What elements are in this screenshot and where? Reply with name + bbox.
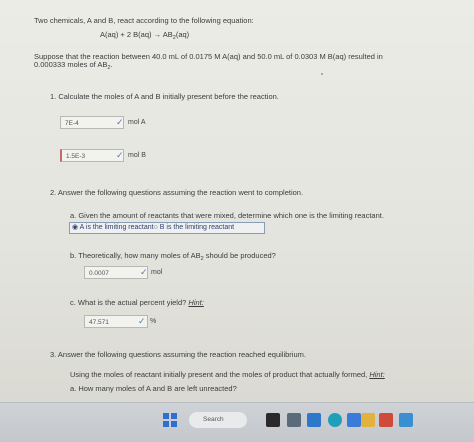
widgets-icon[interactable] xyxy=(287,413,301,427)
question-page: Two chemicals, A and B, react according … xyxy=(0,0,474,402)
question-2a-text: a. Given the amount of reactants that we… xyxy=(70,211,384,220)
question-3-instruction: Using the moles of reactant initially pr… xyxy=(70,370,385,379)
choice-b-label[interactable]: B is the limiting reactant xyxy=(160,224,234,231)
theoretical-moles-unit: mol xyxy=(151,269,163,276)
app-l-icon[interactable] xyxy=(307,413,321,427)
edge-browser-icon[interactable] xyxy=(328,413,342,427)
moles-a-unit: mol A xyxy=(128,119,146,126)
problem-line-2-end: . xyxy=(110,60,113,69)
question-2-text: 2. Answer the following questions assumi… xyxy=(50,188,304,197)
file-explorer-icon[interactable] xyxy=(361,413,375,427)
intro-text: Two chemicals, A and B, react according … xyxy=(34,16,254,25)
product-state: (aq) xyxy=(175,30,190,39)
choice-a-label[interactable]: A is the limiting reactant xyxy=(80,224,154,231)
hint-link[interactable]: Hint: xyxy=(188,298,203,307)
question-3-text: 3. Answer the following questions assumi… xyxy=(50,350,306,359)
cursor-dot xyxy=(321,73,323,75)
problem-line-2-text: 0.000333 moles of AB xyxy=(34,60,108,69)
radio-selected-icon[interactable]: ◉ xyxy=(72,224,78,231)
question-2c-text: c. What is the actual percent yield? Hin… xyxy=(70,298,204,307)
question-1-text: 1. Calculate the moles of A and B initia… xyxy=(50,92,279,101)
question-3a-text: a. How many moles of A and B are left un… xyxy=(70,384,237,393)
reaction-arrow: → xyxy=(153,30,162,39)
problem-line-2: 0.000333 moles of AB2. xyxy=(34,60,113,71)
app-blue-icon[interactable] xyxy=(347,413,361,427)
equation-product: AB xyxy=(162,30,173,39)
check-icon: ✓ xyxy=(140,267,148,277)
moles-b-unit: mol B xyxy=(128,152,146,159)
question-2b-post: should be produced? xyxy=(203,251,276,260)
mail-icon[interactable] xyxy=(379,413,393,427)
hint-link[interactable]: Hint: xyxy=(369,370,384,379)
check-icon: ✓ xyxy=(116,150,124,160)
moles-b-input[interactable]: 1.5E-3 xyxy=(60,149,124,162)
taskbar: ⌕ Search xyxy=(0,402,474,442)
reaction-equation: A(aq) + 2 B(aq) → AB2(aq) xyxy=(100,30,189,41)
taskbar-search[interactable]: Search xyxy=(189,412,247,428)
task-view-icon[interactable] xyxy=(266,413,280,427)
limiting-reactant-choices[interactable]: ◉ A is the limiting reactant○ B is the l… xyxy=(69,222,265,234)
radio-unselected-icon[interactable]: ○ xyxy=(154,224,158,231)
question-2c-label: c. What is the actual percent yield? xyxy=(70,298,187,307)
question-2b-text: b. Theoretically, how many moles of AB2 … xyxy=(70,251,276,262)
moles-a-input[interactable]: 7E-4 xyxy=(60,116,124,129)
percent-yield-unit: % xyxy=(150,318,157,325)
theoretical-moles-input[interactable]: 0.0007 xyxy=(84,266,148,279)
windows-start-icon[interactable] xyxy=(163,413,177,427)
equation-reactants: A(aq) + 2 B(aq) xyxy=(100,30,152,39)
question-2b-pre: b. Theoretically, how many moles of AB xyxy=(70,251,201,260)
question-3-instruction-text: Using the moles of reactant initially pr… xyxy=(70,370,368,379)
check-icon: ✓ xyxy=(138,316,146,326)
check-icon: ✓ xyxy=(116,117,124,127)
app-store-icon[interactable] xyxy=(399,413,413,427)
